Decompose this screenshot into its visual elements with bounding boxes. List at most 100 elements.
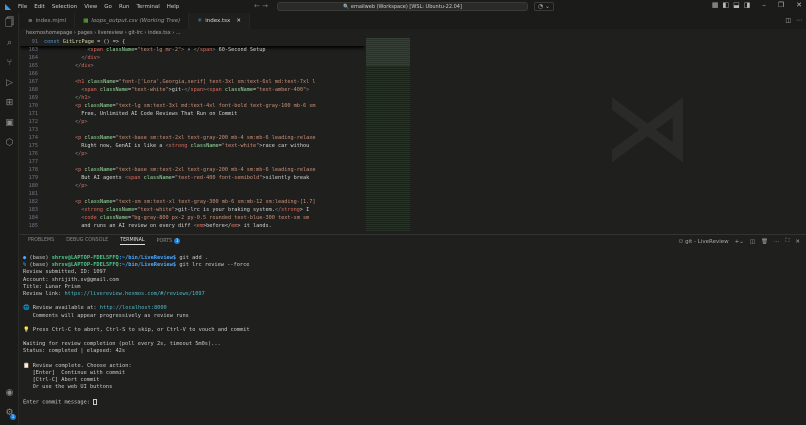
tab-debug-console[interactable]: DEBUG CONSOLE xyxy=(66,238,108,245)
toggle-secondary-sidebar-icon[interactable]: ◨ xyxy=(744,1,751,9)
split-editor-icon[interactable]: ◫ xyxy=(785,17,791,24)
menu-item-terminal[interactable]: Terminal xyxy=(136,4,159,10)
breadcrumb-item[interactable]: ... xyxy=(176,30,181,36)
source-control-icon[interactable]: ⑂ xyxy=(0,53,19,73)
menu-item-help[interactable]: Help xyxy=(167,4,180,10)
line-number: 164 xyxy=(28,55,38,61)
code-token: = () => { xyxy=(93,39,126,45)
code-token: className xyxy=(96,87,129,93)
code-token: Right now, GenAI is like a xyxy=(81,143,166,149)
code-token: className xyxy=(81,135,113,141)
code-content: <span className="text-white">git-</span>… xyxy=(44,86,309,94)
line-number: 181 xyxy=(28,191,38,197)
ports-badge: 1 xyxy=(174,238,181,244)
tab-terminal[interactable]: TERMINAL xyxy=(120,238,145,245)
code-token: "text-base sm:text-2xl text-gray-200 mb-… xyxy=(115,135,316,141)
terminal-instance[interactable]: ⚇ git - LiveReview xyxy=(678,239,728,245)
code-token: > xyxy=(90,63,94,69)
tab-label: index.tsx xyxy=(205,18,231,24)
line-number: 167 xyxy=(28,79,38,85)
restore-button[interactable]: ❐ xyxy=(778,1,784,9)
code-content: <h1 className="font-['Lora',Georgia,seri… xyxy=(44,78,316,86)
code-token: className xyxy=(81,103,113,109)
code-content: <p className="text-sm sm:text-xl text-gr… xyxy=(44,198,316,206)
minimize-button[interactable]: – xyxy=(762,1,766,9)
close-tab-icon[interactable]: ✕ xyxy=(236,18,241,24)
terminal-cursor[interactable] xyxy=(93,398,98,405)
run-debug-icon[interactable]: ▷ xyxy=(0,73,19,93)
tab-loops_output-csv[interactable]: ▦ loops_output.csv (Working Tree) xyxy=(75,13,190,29)
menu-item-file[interactable]: File xyxy=(18,4,27,10)
close-window-button[interactable]: ✕ xyxy=(796,1,802,9)
breadcrumb-item[interactable]: index.tsx xyxy=(148,30,171,36)
line-number: 174 xyxy=(28,135,38,141)
code-token: className xyxy=(103,47,135,53)
menu-item-edit[interactable]: Edit xyxy=(34,4,45,10)
terminal-output[interactable]: ● (base) shrsv@LAPTOP-FDEL5FFQ:~/bin/Liv… xyxy=(23,255,250,406)
code-token: "text-base sm:text-2xl text-gray-200 mb-… xyxy=(115,167,316,173)
toggle-sidebar-icon[interactable]: ◧ xyxy=(722,1,729,9)
maximize-panel-icon[interactable]: ⛶ xyxy=(786,238,790,245)
code-token: Free, Unlimited AI Code Reviews That Run… xyxy=(81,111,238,117)
breadcrumb-item[interactable]: hexmoshomepage xyxy=(26,30,72,36)
copilot-icon[interactable]: ◔ ⌄ xyxy=(534,2,554,11)
kill-terminal-icon[interactable]: 🗑 xyxy=(761,239,768,245)
line-number: 172 xyxy=(28,119,38,125)
code-content: </div> xyxy=(44,54,100,62)
prompt-path: :~/bin/LiveReview$ xyxy=(118,262,177,269)
code-content: <p className="text-base sm:text-2xl text… xyxy=(44,134,316,142)
more-actions-icon[interactable]: ⋯ xyxy=(796,17,802,24)
minimap[interactable] xyxy=(366,38,410,231)
menu-item-go[interactable]: Go xyxy=(104,4,112,10)
breadcrumb-item[interactable]: git-lrc xyxy=(128,30,142,36)
code-line: 185 and runs an AI review on every diff <… xyxy=(20,222,365,230)
localhost-link[interactable]: http://localhost:8000 xyxy=(100,305,167,311)
minimap-slider[interactable] xyxy=(366,38,410,66)
code-token: and runs an AI review on every diff xyxy=(81,223,194,229)
terminal-line: Waiting for review completion (poll ever… xyxy=(23,341,221,348)
extensions-icon[interactable]: ⊞ xyxy=(0,93,19,113)
tab-index-tsx[interactable]: ⚛ index.tsx ✕ xyxy=(189,13,250,29)
remote-explorer-icon[interactable]: ▣ xyxy=(0,113,19,133)
code-token: className xyxy=(81,199,113,205)
review-link[interactable]: https://livereview.hexmos.com/#/reviews/… xyxy=(64,291,204,297)
command-text: git add . xyxy=(176,255,209,261)
tab-problems[interactable]: PROBLEMS xyxy=(28,238,54,245)
search-icon[interactable]: ⌕ xyxy=(0,33,19,53)
menu-item-selection[interactable]: Selection xyxy=(52,4,77,10)
settings-gear-icon[interactable]: ⚙ 1 xyxy=(0,403,19,423)
line-number: 179 xyxy=(28,175,38,181)
code-token: div xyxy=(87,55,97,61)
line-number: 180 xyxy=(28,183,38,189)
more-icon[interactable]: ⋯ xyxy=(774,239,780,245)
close-panel-icon[interactable]: ✕ xyxy=(795,239,800,245)
code-line: 178 <p className="text-base sm:text-2xl t… xyxy=(20,166,365,174)
code-line: 175 Right now, GenAI is like a <strong cl… xyxy=(20,142,365,150)
code-editor[interactable]: 91 const GitLrcPage = () => {163 <span cla… xyxy=(20,38,365,231)
code-token: ⚡ xyxy=(184,47,194,53)
menu-item-run[interactable]: Run xyxy=(119,4,130,10)
code-content: Right now, GenAI is like a <strong class… xyxy=(44,142,309,150)
terminal-line: Review submitted, ID: 1097 xyxy=(23,269,106,276)
code-token: > I xyxy=(299,207,310,213)
breadcrumb-item[interactable]: livereview xyxy=(98,30,123,36)
vscode-watermark-icon: ⋊ xyxy=(602,75,693,180)
containers-icon[interactable]: ⬡ xyxy=(0,133,19,153)
account-icon[interactable]: ◉ xyxy=(0,383,19,403)
code-content: <p className="text-lg sm:text-3xl md:tex… xyxy=(44,102,316,110)
code-token: "text-lg sm:text-3xl md:text-4xl font-bo… xyxy=(115,103,316,109)
code-content: Free, Unlimited AI Code Reviews That Run… xyxy=(44,110,237,118)
tab-label: index.mjml xyxy=(35,18,67,24)
line-number: 163 xyxy=(28,47,38,53)
menu-item-view[interactable]: View xyxy=(84,4,97,10)
breadcrumb-item[interactable]: pages xyxy=(78,30,93,36)
new-terminal-icon[interactable]: +⌄ xyxy=(735,239,744,245)
tab-index-mjml[interactable]: ≡ index.mjml xyxy=(20,13,76,29)
layout-icon[interactable]: ▦ xyxy=(712,1,719,9)
command-center[interactable]: 🔍 emailweb (Workspace) [WSL: Ubuntu-22.0… xyxy=(277,2,528,11)
split-terminal-icon[interactable]: ◫ xyxy=(750,239,755,245)
explorer-icon[interactable]: 🗍 xyxy=(0,13,19,33)
toggle-panel-icon[interactable]: ⬓ xyxy=(733,1,740,9)
nav-back-forward-icon[interactable]: ← → xyxy=(254,2,268,10)
tab-ports[interactable]: PORTS 1 xyxy=(157,238,181,245)
